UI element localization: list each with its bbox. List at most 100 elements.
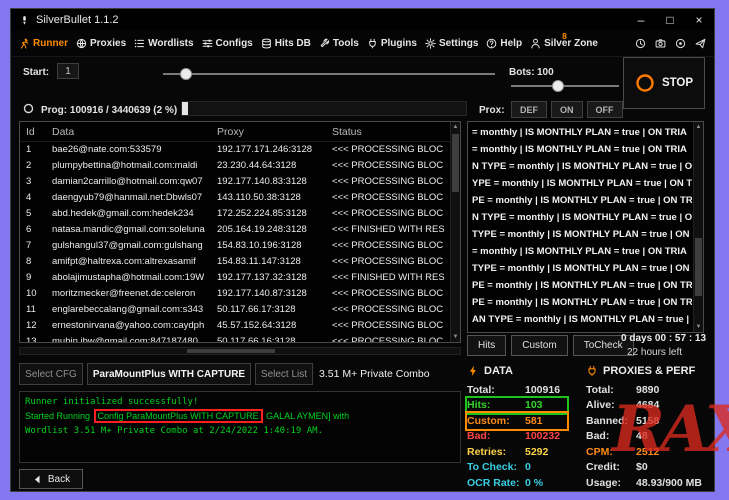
stat-label: Bad:	[586, 430, 636, 442]
menu-item-label: Wordlists	[148, 38, 193, 49]
scrollbar-thumb[interactable]	[187, 349, 275, 353]
stat-label: Credit:	[586, 461, 636, 473]
cell-id: 10	[26, 286, 50, 302]
scroll-up-icon[interactable]: ▲	[694, 122, 703, 132]
prox-on-button[interactable]: ON	[551, 101, 583, 118]
prox-off-button[interactable]: OFF	[587, 101, 623, 118]
cell-id: 6	[26, 222, 50, 238]
log-line: Started Running Config ParaMountPlus WIT…	[25, 409, 455, 424]
stat-row-alive: Alive:4684	[586, 398, 708, 414]
camera-icon[interactable]	[655, 38, 666, 49]
scroll-down-icon[interactable]: ▼	[694, 322, 703, 332]
results-grid: Id Data Proxy Status 1bae26@nate.com:533579…	[19, 121, 461, 343]
cell-id: 11	[26, 302, 50, 318]
menu-item-silver-zone[interactable]: Silver Zone8	[530, 38, 598, 49]
grid-header: Id Data Proxy Status	[20, 122, 460, 142]
grid-col-data[interactable]: Data	[52, 122, 74, 142]
stat-value: 0	[525, 461, 531, 473]
slider-thumb[interactable]	[552, 80, 564, 92]
config-name-button[interactable]: ParaMountPlus WITH CAPTURE	[87, 363, 251, 385]
stat-row-usage: Usage:48.93/900 MB	[586, 475, 708, 491]
menu-item-runner[interactable]: Runner	[19, 38, 68, 49]
select-cfg-button[interactable]: Select CFG	[19, 363, 83, 385]
back-label: Back	[48, 474, 70, 485]
cell-data: bae26@nate.com:533579	[52, 142, 214, 158]
back-button[interactable]: Back	[19, 469, 83, 489]
menu-item-hits-db[interactable]: Hits DB	[261, 38, 311, 49]
capture-line: = monthly | IS MONTHLY PLAN = true | ON …	[472, 124, 692, 141]
menu-items: Runner Proxies Wordlists Configs Hits DB Tool…	[19, 38, 598, 49]
custom-button[interactable]: Custom	[511, 335, 567, 356]
record-icon[interactable]	[675, 38, 686, 49]
table-row[interactable]: 10moritzmecker@freenet.de:celeron192.177…	[20, 286, 460, 302]
slider-thumb[interactable]	[180, 68, 192, 80]
table-row[interactable]: 4daengyub79@hanmail.net:Dbwls07143.110.5…	[20, 190, 460, 206]
cell-status: <<< PROCESSING BLOC	[332, 174, 450, 190]
cell-proxy: 172.252.224.85:3128	[217, 206, 329, 222]
hits-button[interactable]: Hits	[467, 335, 506, 356]
cell-data: damian2carrillo@hotmail.com:qw07	[52, 174, 214, 190]
cell-data: ernestonirvana@yahoo.com:caydph	[52, 318, 214, 334]
capture-vertical-scrollbar[interactable]: ▲ ▼	[693, 122, 703, 332]
history-icon[interactable]	[635, 38, 646, 49]
send-icon[interactable]	[695, 38, 706, 49]
cell-proxy: 192.177.171.246:3128	[217, 142, 329, 158]
table-row[interactable]: 7gulshangul37@gmail.com:gulshang154.83.1…	[20, 238, 460, 254]
table-row[interactable]: 8amifpt@haltrexa.com:altrexasamif154.83.…	[20, 254, 460, 270]
bots-slider[interactable]	[511, 79, 619, 93]
menu-item-configs[interactable]: Configs	[202, 38, 253, 49]
stat-value: 48.93/900 MB	[636, 477, 702, 489]
data-stats: DATA Total:100916Hits:103Custom:581Bad:1…	[467, 363, 567, 491]
slider-track	[511, 85, 619, 87]
menu-item-plugins[interactable]: Plugins	[367, 38, 417, 49]
stat-label: CPM:	[586, 446, 636, 458]
results-buttons: HitsCustomToCheck	[467, 335, 634, 356]
scrollbar-thumb[interactable]	[452, 134, 459, 192]
table-row[interactable]: 13mubin.jbw@gmail.com:84718748050.117.66…	[20, 334, 460, 343]
stat-value: $0	[636, 461, 648, 473]
grid-col-id[interactable]: Id	[26, 122, 35, 142]
prox-label: Prox:	[479, 105, 505, 116]
table-row[interactable]: 6natasa.mandic@gmail.com:soleluna205.164…	[20, 222, 460, 238]
grid-body: 1bae26@nate.com:533579192.177.171.246:31…	[20, 142, 460, 343]
table-row[interactable]: 12ernestonirvana@yahoo.com:caydph45.57.1…	[20, 318, 460, 334]
scroll-up-icon[interactable]: ▲	[451, 122, 460, 132]
menu-item-wordlists[interactable]: Wordlists	[134, 38, 193, 49]
cell-status: <<< PROCESSING BLOC	[332, 142, 450, 158]
stat-row-hits: Hits:103	[467, 398, 567, 414]
close-button[interactable]: ×	[692, 9, 706, 31]
capture-line: N TYPE = monthly | IS MONTHLY PLAN = tru…	[472, 158, 692, 175]
cell-proxy: 154.83.10.196:3128	[217, 238, 329, 254]
scrollbar-thumb[interactable]	[695, 238, 702, 297]
start-input[interactable]	[57, 63, 79, 79]
menu-item-settings[interactable]: Settings	[425, 38, 478, 49]
menu-item-proxies[interactable]: Proxies	[76, 38, 126, 49]
scroll-down-icon[interactable]: ▼	[451, 332, 460, 342]
start-slider[interactable]	[163, 67, 495, 81]
stat-row-bad: Bad:48	[586, 429, 708, 445]
stat-row-ocrrate: OCR Rate:0 %	[467, 475, 567, 491]
table-row[interactable]: 11englarebeccalang@gmail.com:s34350.117.…	[20, 302, 460, 318]
grid-col-proxy[interactable]: Proxy	[217, 122, 244, 142]
maximize-button[interactable]: □	[663, 9, 677, 31]
table-row[interactable]: 2plumpybettina@hotmail.com:maldi23.230.4…	[20, 158, 460, 174]
log-line: Runner initialized successfully!	[25, 395, 455, 409]
grid-col-status[interactable]: Status	[332, 122, 362, 142]
table-row[interactable]: 3damian2carrillo@hotmail.com:qw07192.177…	[20, 174, 460, 190]
cell-status: <<< PROCESSING BLOC	[332, 318, 450, 334]
stat-value: 4684	[636, 399, 659, 411]
menu-item-tools[interactable]: Tools	[319, 38, 359, 49]
grid-horizontal-scrollbar[interactable]	[19, 347, 461, 355]
table-row[interactable]: 1bae26@nate.com:533579192.177.171.246:31…	[20, 142, 460, 158]
title-bar: SilverBullet 1.1.2 – □ ×	[11, 9, 714, 31]
minimize-button[interactable]: –	[634, 9, 648, 31]
menu-item-help[interactable]: Help	[486, 38, 522, 49]
prox-def-button[interactable]: DEF	[511, 101, 547, 118]
table-row[interactable]: 5abd.hedek@gmail.com:hedek234172.252.224…	[20, 206, 460, 222]
grid-vertical-scrollbar[interactable]: ▲ ▼	[450, 122, 460, 342]
table-row[interactable]: 9abolajimustapha@hotmail.com:19W192.177.…	[20, 270, 460, 286]
select-list-button[interactable]: Select List	[255, 363, 313, 385]
cell-data: abolajimustapha@hotmail.com:19W	[52, 270, 214, 286]
cell-id: 5	[26, 206, 50, 222]
stop-button[interactable]: STOP	[623, 57, 705, 109]
